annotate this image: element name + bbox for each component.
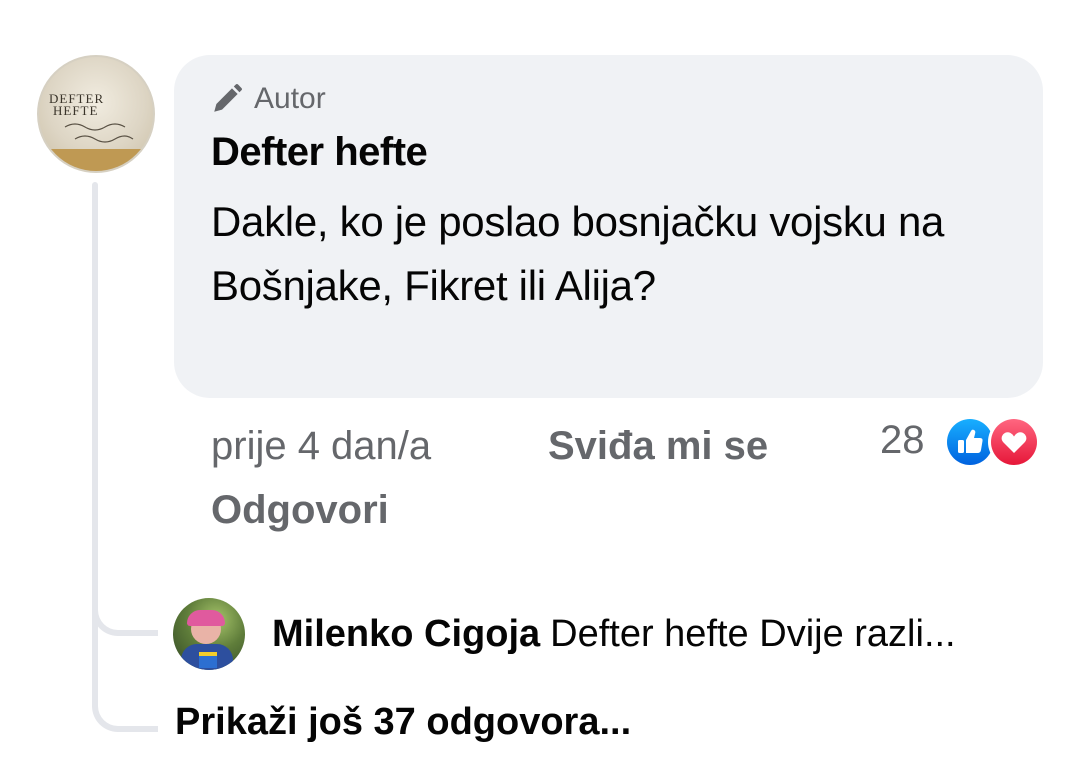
love-icon xyxy=(991,419,1037,465)
comment-timestamp[interactable]: prije 4 dan/a xyxy=(211,420,431,472)
reply-preview[interactable]: Milenko Cigoja Defter hefte Dvije razli..… xyxy=(272,608,1042,660)
like-button[interactable]: Sviđa mi se xyxy=(548,420,768,472)
author-badge: Autor xyxy=(210,80,326,118)
author-badge-label: Autor xyxy=(254,82,326,115)
comment-text: Dakle, ko je poslao bosnjačku vojsku na … xyxy=(211,198,945,309)
reply-author-name[interactable]: Milenko Cigoja xyxy=(272,613,540,655)
reply-button[interactable]: Odgovori xyxy=(211,484,389,536)
reply-author-avatar[interactable] xyxy=(173,598,245,670)
reply-snippet: Defter hefte Dvije razli... xyxy=(550,613,956,655)
avatar-flag xyxy=(199,652,217,668)
like-icon xyxy=(947,419,993,465)
reaction-summary[interactable] xyxy=(944,416,1048,468)
avatar-image: DEFTER HEFTE xyxy=(39,91,153,171)
avatar-cap xyxy=(187,610,225,626)
pencil-icon xyxy=(214,83,243,112)
commenter-name[interactable]: Defter hefte xyxy=(211,128,428,176)
svg-text:HEFTE: HEFTE xyxy=(53,103,98,118)
love-reaction xyxy=(988,416,1040,468)
thread-branch-line xyxy=(92,600,158,636)
commenter-avatar[interactable]: DEFTER HEFTE xyxy=(37,55,155,173)
thread-branch-line xyxy=(92,696,158,732)
show-more-replies-button[interactable]: Prikaži još 37 odgovora... xyxy=(175,696,631,748)
reaction-count[interactable]: 28 xyxy=(880,414,925,466)
